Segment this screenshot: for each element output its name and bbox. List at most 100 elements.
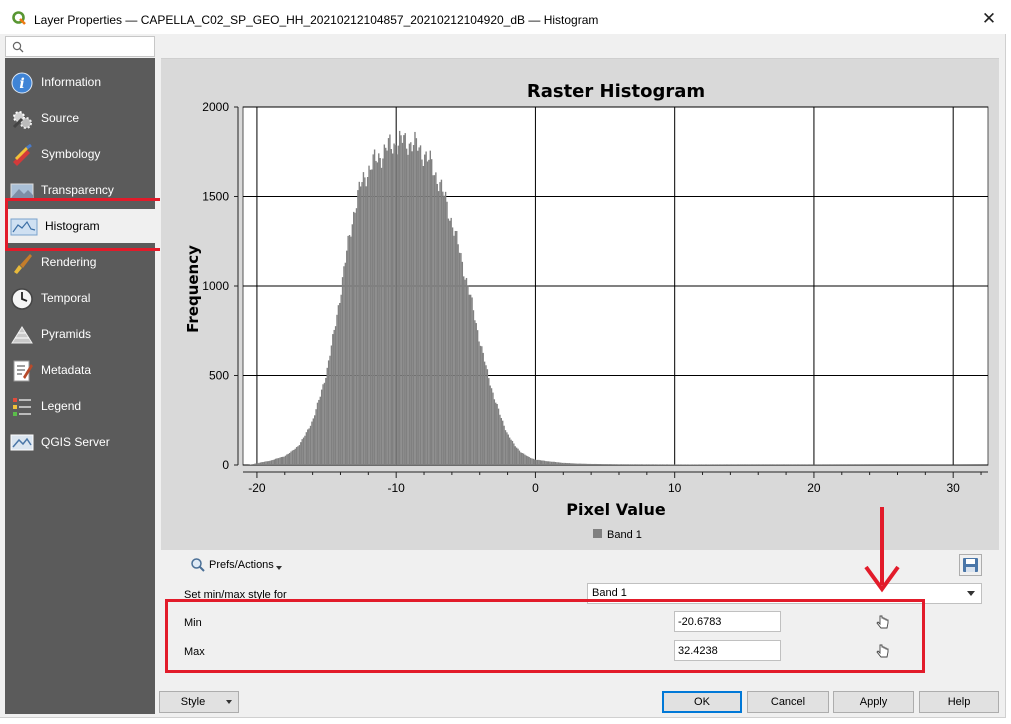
histogram-bar (364, 177, 366, 466)
chevron-down-icon (967, 591, 975, 596)
histogram-bar (577, 463, 579, 465)
histogram-bar (405, 148, 408, 465)
sidebar-item-transparency[interactable]: Transparency (5, 173, 155, 207)
histogram-bar (469, 294, 472, 465)
histogram-bar (547, 461, 550, 465)
histogram-bar (355, 208, 358, 465)
close-button[interactable]: ✕ (978, 8, 1000, 30)
histogram-bar (564, 462, 567, 465)
minmax-band-select[interactable]: Band 1 (587, 583, 982, 604)
histogram-bar (437, 191, 440, 465)
histogram-bar (284, 455, 287, 465)
histogram-bar (660, 464, 663, 465)
apply-button[interactable]: Apply (833, 691, 914, 713)
histogram-bar (361, 182, 363, 465)
histogram-bar (606, 464, 608, 465)
histogram-bar (465, 277, 468, 465)
histogram-bar (385, 147, 387, 465)
histogram-bar (641, 464, 643, 465)
x-tick-label: 0 (532, 481, 539, 495)
sidebar-item-temporal[interactable]: Temporal (5, 281, 155, 315)
histogram-bar (532, 458, 535, 465)
histogram-bar (691, 464, 693, 465)
sidebar-item-qgis-server[interactable]: QGIS Server (5, 425, 155, 459)
histogram-bar (397, 145, 399, 465)
histogram-bar (309, 425, 312, 465)
histogram-bar (410, 142, 412, 465)
sidebar-item-information[interactable]: i Information (5, 65, 155, 99)
histogram-bar (258, 462, 260, 465)
dropdown-arrow-icon (276, 566, 282, 570)
histogram-bar (425, 151, 427, 465)
histogram-bar (538, 459, 540, 465)
histogram-bar (334, 326, 337, 465)
histogram-bar (305, 432, 308, 465)
histogram-bar (322, 384, 324, 465)
histogram-bar (283, 456, 285, 465)
histogram-bar (511, 440, 514, 465)
histogram-bar (301, 439, 303, 465)
histogram-bar (584, 463, 586, 465)
histogram-bar (624, 464, 626, 465)
prefs-actions-icon (191, 558, 205, 572)
style-button-label: Style (180, 696, 206, 708)
sidebar-item-source[interactable]: Source (5, 101, 155, 135)
style-menu-button[interactable]: Style (159, 691, 239, 713)
search-input[interactable] (5, 36, 155, 57)
histogram-bar (475, 323, 477, 465)
sidebar-item-pyramids[interactable]: Pyramids (5, 317, 155, 351)
histogram-bar (607, 464, 610, 465)
sidebar-item-legend[interactable]: Legend (5, 389, 155, 423)
histogram-bar (642, 464, 645, 465)
sidebar-item-symbology[interactable]: Symbology (5, 137, 155, 171)
histogram-bar (341, 277, 344, 465)
histogram-bar (545, 461, 547, 465)
histogram-bar (490, 388, 493, 465)
histogram-bar (553, 461, 555, 465)
histogram-bar (453, 235, 455, 465)
sidebar-item-metadata[interactable]: Metadata (5, 353, 155, 387)
histogram-bar (566, 463, 568, 465)
histogram-bar (287, 453, 289, 465)
histogram-bar (581, 463, 583, 465)
histogram-bar (268, 461, 270, 465)
pick-max-from-map-icon[interactable] (874, 642, 892, 660)
pyramids-icon (11, 326, 33, 344)
ok-button[interactable]: OK (662, 691, 742, 713)
histogram-bar (389, 134, 391, 465)
histogram-bar (440, 179, 443, 465)
histogram-bar (497, 408, 500, 465)
histogram-bar (270, 460, 273, 465)
histogram-bar (536, 459, 539, 465)
histogram-bar (571, 463, 574, 465)
qgis-server-icon (10, 434, 34, 451)
min-value-input[interactable]: -20.6783 (674, 611, 781, 632)
cancel-button[interactable]: Cancel (747, 691, 829, 713)
histogram-bar (681, 464, 684, 465)
histogram-bar (336, 314, 338, 465)
histogram-bar (568, 463, 571, 465)
histogram-bar (411, 151, 413, 465)
histogram-bar (539, 460, 541, 465)
histogram-bar (351, 224, 354, 465)
histogram-bar (415, 138, 418, 465)
histogram-bar (368, 165, 370, 465)
save-histogram-button[interactable] (959, 554, 982, 576)
histogram-bar (503, 425, 505, 465)
pick-min-from-map-icon[interactable] (874, 613, 892, 631)
histogram-bar (563, 462, 565, 465)
histogram-bar (617, 464, 619, 465)
sidebar-item-rendering[interactable]: Rendering (5, 245, 155, 279)
histogram-bar (535, 459, 537, 465)
sidebar-item-histogram[interactable]: Histogram (5, 209, 155, 243)
histogram-bar (366, 176, 369, 465)
help-button[interactable]: Help (919, 691, 999, 713)
histogram-bar (252, 463, 255, 465)
y-tick-label: 500 (209, 369, 229, 383)
histogram-bar (325, 377, 327, 465)
histogram-bar (291, 450, 294, 465)
histogram-bar (495, 402, 497, 465)
max-value-input[interactable]: 32.4238 (674, 640, 781, 661)
histogram-bar (630, 464, 632, 465)
histogram-bar (436, 183, 438, 465)
